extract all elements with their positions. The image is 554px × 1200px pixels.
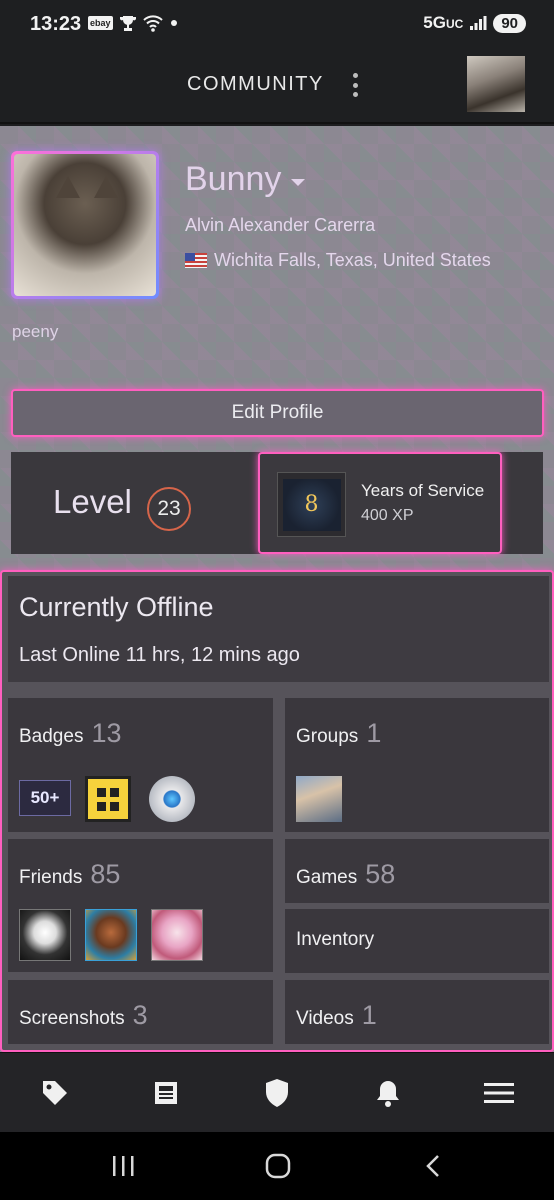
groups-tile[interactable]: Groups 1 [285,698,549,832]
inventory-tile[interactable]: Inventory [285,909,549,973]
badges-label: Badges [19,726,84,747]
app-header: COMMUNITY [0,50,554,124]
page-title: COMMUNITY [187,73,324,95]
games-label: Games [296,867,358,888]
status-title: Currently Offline [19,592,214,622]
friends-count: 85 [90,859,121,889]
videos-tile[interactable]: Videos 1 [285,980,549,1044]
badges-tile[interactable]: Badges 13 50+ [8,698,273,832]
news-icon[interactable] [146,1075,186,1111]
badge-xp: 400 XP [361,507,414,524]
games-count: 58 [365,859,396,889]
friend-avatar[interactable] [19,909,71,961]
profile-avatar [11,151,159,299]
dot-icon [170,20,177,26]
online-status: Currently Offline Last Online 11 hrs, 12… [8,576,549,682]
badge-title: Years of Service [361,481,485,500]
shield-icon[interactable] [257,1075,297,1111]
portal-core-badge-icon[interactable] [149,776,195,822]
level-label: Level [53,483,132,520]
friends-tile[interactable]: Friends 85 [8,839,273,972]
system-indicators: 5GUC 90 [423,13,526,33]
games-tile[interactable]: Games 58 [285,839,549,903]
ebay-icon: ebay [88,16,113,30]
videos-count: 1 [361,1000,377,1030]
more-options-icon[interactable] [348,70,362,100]
fifty-plus-badge-icon[interactable]: 50+ [19,780,71,816]
screenshots-label: Screenshots [19,1008,125,1029]
groups-count: 1 [366,718,382,748]
recents-icon[interactable] [103,1150,143,1182]
videos-label: Videos [296,1008,354,1029]
geometry-dash-badge-icon[interactable] [85,776,131,822]
screenshots-count: 3 [132,1000,148,1030]
trophy-icon [119,16,136,31]
level-badge: 23 [147,487,191,531]
location-text: Wichita Falls, Texas, United States [214,250,491,270]
wifi-icon [142,15,163,32]
bell-icon[interactable] [368,1075,408,1111]
inventory-label: Inventory [296,929,375,950]
groups-label: Groups [296,726,359,747]
friends-label: Friends [19,867,83,888]
years-of-service-badge-icon: 8 [277,472,346,537]
signal-icon [470,16,487,30]
persona-name-dropdown[interactable]: Bunny [185,160,306,199]
location: Wichita Falls, Texas, United States [185,250,491,271]
home-icon[interactable] [258,1150,298,1182]
friend-avatar[interactable] [85,909,137,961]
bottom-navigation [0,1052,554,1132]
status-bar: 13:23 ebay 5GUC 90 [0,0,554,50]
notification-icons: ebay [88,14,179,32]
status-time: 13:23 [30,13,82,35]
friend-avatar[interactable] [151,909,203,961]
profile-summary: peeny [12,322,59,341]
edit-profile-button[interactable]: Edit Profile [11,389,544,437]
profile-content-card: Currently Offline Last Online 11 hrs, 12… [0,570,554,1052]
network-indicator: 5GUC [423,13,464,32]
persona-name: Bunny [185,160,282,198]
real-name: Alvin Alexander Carerra [185,215,376,235]
avatar-image [14,154,156,296]
chevron-down-icon [291,179,306,186]
badges-count: 13 [91,718,122,748]
back-icon[interactable] [413,1150,453,1182]
account-avatar[interactable] [467,56,525,112]
group-avatar[interactable] [296,776,342,822]
badge-thumbnails: 50+ [19,776,195,822]
screenshots-tile[interactable]: Screenshots 3 [8,980,273,1044]
system-navigation [0,1132,554,1200]
battery-indicator: 90 [493,13,526,33]
menu-icon[interactable] [479,1075,519,1111]
tag-icon[interactable] [35,1075,75,1111]
us-flag-icon [185,253,207,268]
last-online: Last Online 11 hrs, 12 mins ago [19,644,300,666]
